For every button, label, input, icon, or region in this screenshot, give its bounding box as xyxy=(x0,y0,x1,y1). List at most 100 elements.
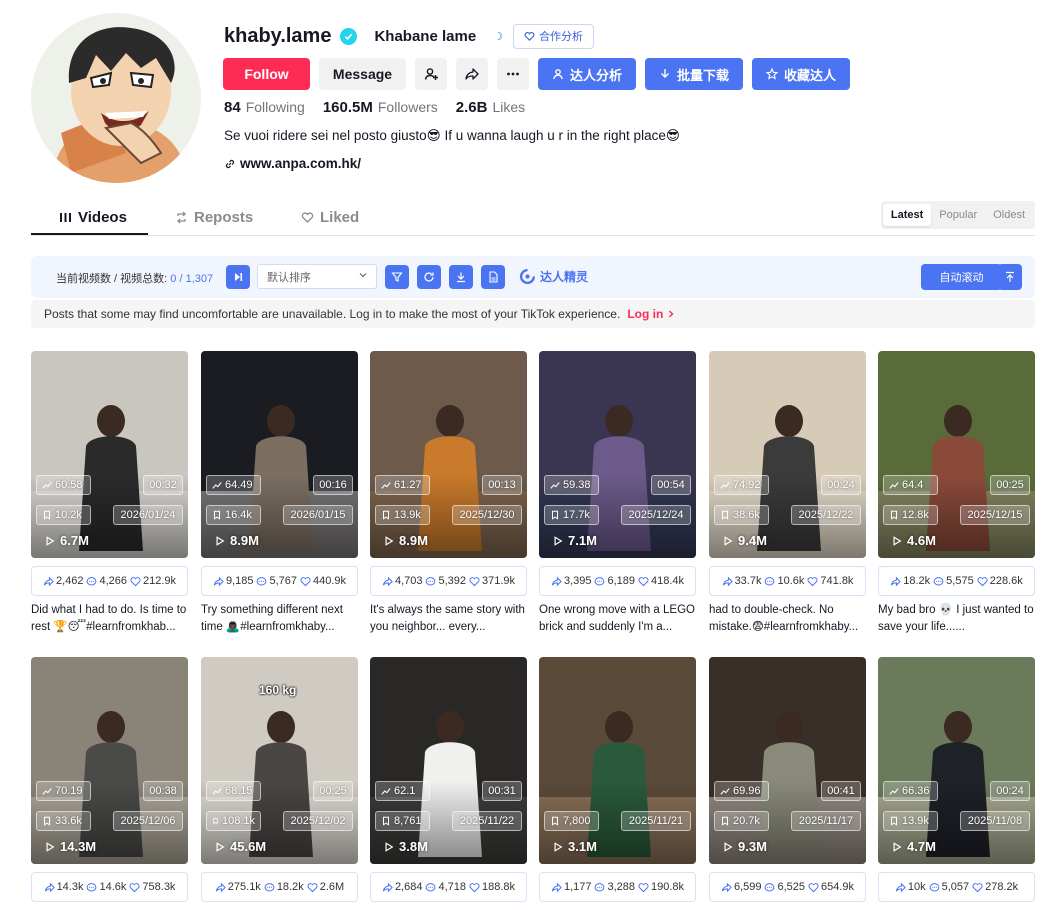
video-saves: 16.4k xyxy=(225,509,252,521)
video-card[interactable]: 60.58 00:32 10.2k 2026/01/24 6.7M 2,462 4,266 2… xyxy=(31,351,188,636)
video-thumbnail[interactable]: 7,800 2025/11/21 3.1M xyxy=(539,657,696,864)
video-thumbnail[interactable]: 74.92 00:24 38.6k 2025/12/22 9.4M xyxy=(709,351,866,558)
video-description[interactable]: had to double-check. No mistake.😨#learnf… xyxy=(709,602,866,636)
bookmark-icon xyxy=(891,816,897,826)
video-score: 66.36 xyxy=(902,785,930,797)
video-card[interactable]: 59.38 00:54 17.7k 2025/12/24 7.1M 3,395 6,189 4… xyxy=(539,351,696,636)
video-date: 2026/01/24 xyxy=(120,509,176,521)
video-thumbnail[interactable]: 160 kg 68.15 00:25 108.1k 2025/12/02 45.6M xyxy=(201,657,358,864)
creator-analytics-button[interactable]: 达人分析 xyxy=(538,58,637,90)
video-description[interactable]: Did what I had to do. Is time to rest 🏆😴… xyxy=(31,602,188,636)
video-saves-badge: 20.7k xyxy=(714,811,769,831)
profile-link-text[interactable]: www.anpa.com.hk/ xyxy=(240,156,361,171)
cooperation-analysis-button[interactable]: 合作分析 xyxy=(513,23,595,49)
refresh-button[interactable] xyxy=(417,265,441,289)
message-button[interactable]: Message xyxy=(319,58,406,90)
video-card[interactable]: 74.92 00:24 38.6k 2025/12/22 9.4M 33.7k 10.6k 7… xyxy=(709,351,866,636)
followers-count[interactable]: 160.5M xyxy=(323,99,373,116)
video-views: 9.4M xyxy=(723,533,767,548)
video-thumbnail[interactable]: 66.36 00:24 13.9k 2025/11/08 4.7M xyxy=(878,657,1035,864)
video-thumbnail[interactable]: 70.19 00:38 33.6k 2025/12/06 14.3M xyxy=(31,657,188,864)
auto-scroll-button[interactable]: 自动滚动 xyxy=(921,264,1002,290)
sort-latest[interactable]: Latest xyxy=(882,204,932,226)
video-views: 3.1M xyxy=(553,839,597,854)
active-tab-underline xyxy=(31,233,148,235)
video-description[interactable]: My bad bro 💀 I just wanted to save your … xyxy=(878,602,1035,636)
video-shares-count: 10k xyxy=(907,881,926,893)
favorite-creator-button[interactable]: 收藏达人 xyxy=(752,58,851,90)
video-score-badge: 74.92 xyxy=(714,475,769,495)
video-description[interactable]: It's always the same story with you neig… xyxy=(370,602,527,636)
profile-avatar[interactable] xyxy=(31,13,201,183)
video-thumbnail-image xyxy=(709,657,866,864)
video-likes-count: 440.9k xyxy=(313,575,347,587)
more-options-button[interactable] xyxy=(497,58,529,90)
video-card[interactable]: 61.27 00:13 13.9k 2025/12/30 8.9M 4,703 5,392 3… xyxy=(370,351,527,636)
video-duration: 00:25 xyxy=(319,785,347,797)
video-shares: 275.1k xyxy=(215,881,261,893)
video-card[interactable]: 62.1 00:31 8,761 2025/11/22 3.8M 2,684 4,718 18… xyxy=(370,657,527,902)
bookmark-icon xyxy=(44,510,50,520)
download-button[interactable] xyxy=(449,265,473,289)
batch-download-button[interactable]: 批量下载 xyxy=(645,58,744,90)
video-saves-badge: 13.9k xyxy=(883,811,938,831)
video-card[interactable]: 70.19 00:38 33.6k 2025/12/06 14.3M 14.3k 14.6k… xyxy=(31,657,188,902)
add-friend-button[interactable] xyxy=(415,58,447,90)
following-count[interactable]: 84 xyxy=(224,99,241,116)
video-shares-count: 2,462 xyxy=(55,575,84,587)
video-thumbnail[interactable]: 62.1 00:31 8,761 2025/11/22 3.8M xyxy=(370,657,527,864)
filter-button[interactable] xyxy=(385,265,409,289)
creator-sprite-brand[interactable]: 达人精灵 xyxy=(519,268,588,285)
video-shares: 18.2k xyxy=(890,575,930,587)
arrow-up-icon xyxy=(1006,271,1014,282)
video-saves-badge: 38.6k xyxy=(714,505,769,525)
share-profile-button[interactable] xyxy=(456,58,488,90)
login-link[interactable]: Log in xyxy=(627,307,663,321)
video-thumbnail[interactable]: 69.96 00:41 20.7k 2025/11/17 9.3M xyxy=(709,657,866,864)
video-description[interactable]: Try something different next time 🙇🏿‍♂️#… xyxy=(201,602,358,636)
video-comments-count: 18.2k xyxy=(276,881,304,893)
cooperation-analysis-label: 合作分析 xyxy=(539,31,584,43)
video-thumbnail[interactable]: 64.49 00:16 16.4k 2026/01/15 8.9M xyxy=(201,351,358,558)
video-thumbnail[interactable]: 61.27 00:13 13.9k 2025/12/30 8.9M xyxy=(370,351,527,558)
heart-icon xyxy=(638,882,649,892)
following-label[interactable]: Following xyxy=(246,99,305,115)
sort-popular[interactable]: Popular xyxy=(931,204,985,226)
video-thumbnail[interactable]: 64.4 00:25 12.8k 2025/12/15 4.6M xyxy=(878,351,1035,558)
sort-oldest[interactable]: Oldest xyxy=(985,204,1033,226)
tab-reposts[interactable]: Reposts xyxy=(175,200,253,235)
favorite-creator-label: 收藏达人 xyxy=(784,67,837,83)
video-card[interactable]: 64.49 00:16 16.4k 2026/01/15 8.9M 9,185 5,767 4… xyxy=(201,351,358,636)
video-card[interactable]: 160 kg 68.15 00:25 108.1k 2025/12/02 45.6M 275… xyxy=(201,657,358,902)
sort-select[interactable]: 默认排序 xyxy=(257,264,377,289)
user-icon xyxy=(553,69,563,80)
profile-link[interactable]: www.anpa.com.hk/ xyxy=(224,156,361,171)
tab-videos-label: Videos xyxy=(78,209,127,226)
video-duration-badge: 00:24 xyxy=(821,475,861,495)
video-duration-badge: 00:41 xyxy=(821,781,861,801)
brand-name: 达人精灵 xyxy=(540,270,589,284)
video-card[interactable]: 64.4 00:25 12.8k 2025/12/15 4.6M 18.2k 5,575 22… xyxy=(878,351,1035,636)
video-score-badge: 62.1 xyxy=(375,781,430,801)
tab-videos[interactable]: Videos xyxy=(59,200,127,235)
video-score: 64.4 xyxy=(902,479,924,491)
export-file-button[interactable] xyxy=(481,265,505,289)
video-description[interactable]: One wrong move with a LEGO brick and sud… xyxy=(539,602,696,636)
play-icon xyxy=(216,841,225,852)
video-thumbnail[interactable]: 59.38 00:54 17.7k 2025/12/24 7.1M xyxy=(539,351,696,558)
video-comments: 4,718 xyxy=(425,881,466,893)
followers-label[interactable]: Followers xyxy=(378,99,438,115)
video-card[interactable]: 69.96 00:41 20.7k 2025/11/17 9.3M 6,599 6,525 6… xyxy=(709,657,866,902)
tab-liked[interactable]: Liked xyxy=(301,200,359,235)
video-thumbnail[interactable]: 60.58 00:32 10.2k 2026/01/24 6.7M xyxy=(31,351,188,558)
play-icon xyxy=(554,535,563,546)
scroll-top-button[interactable] xyxy=(998,264,1022,290)
video-comments: 5,392 xyxy=(425,575,466,587)
video-card[interactable]: 66.36 00:24 13.9k 2025/11/08 4.7M 10k 5,057 278… xyxy=(878,657,1035,902)
video-card[interactable]: 7,800 2025/11/21 3.1M 1,177 3,288 190.8k xyxy=(539,657,696,902)
video-saves-badge: 7,800 xyxy=(544,811,599,831)
trend-chart-icon xyxy=(42,788,52,795)
video-shares-count: 6,599 xyxy=(733,881,762,893)
load-next-button[interactable] xyxy=(226,265,250,289)
follow-button[interactable]: Follow xyxy=(223,58,310,90)
